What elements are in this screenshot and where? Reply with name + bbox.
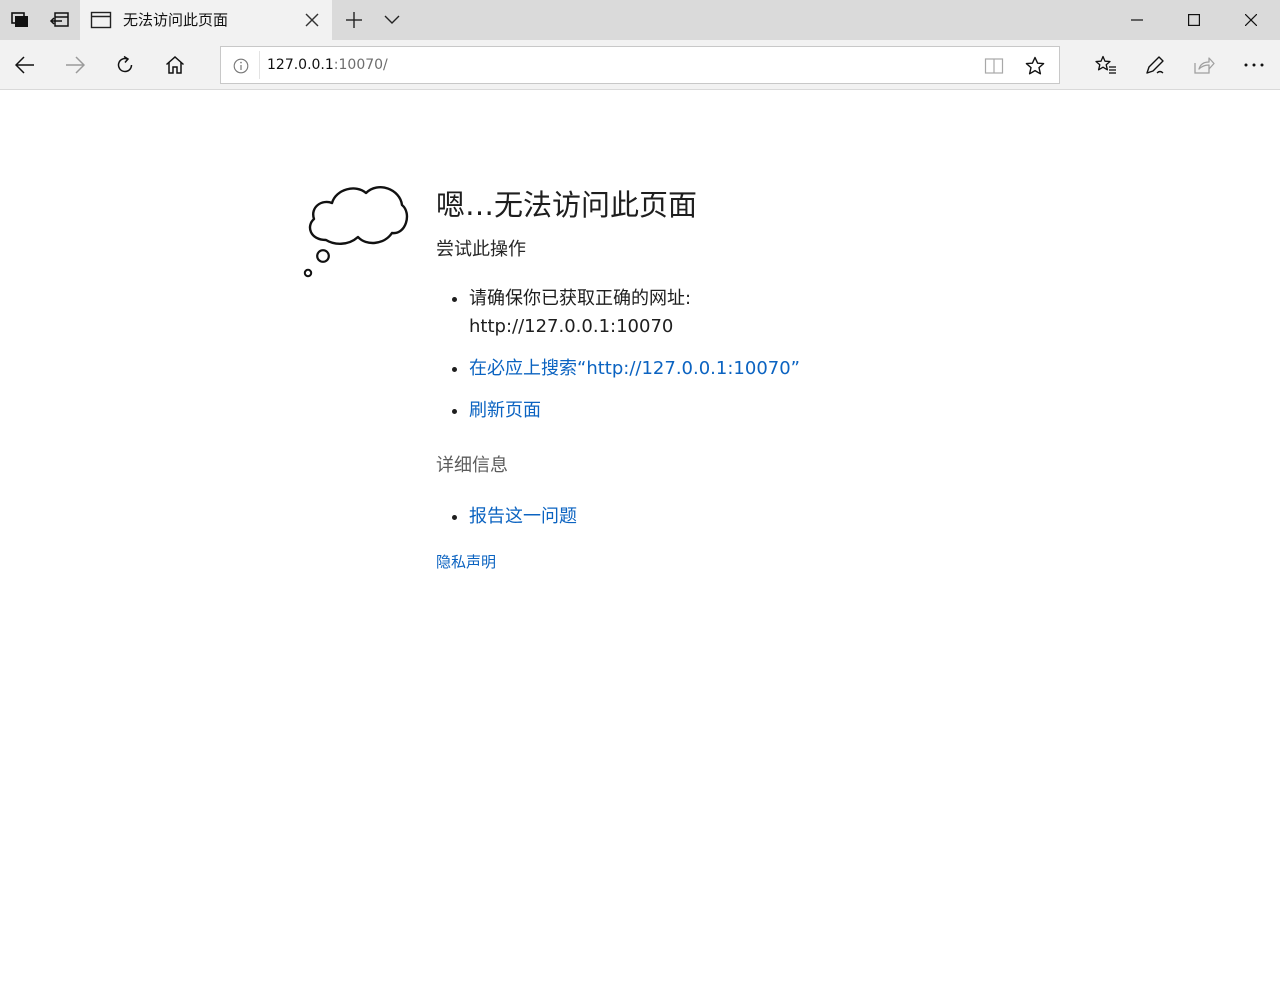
forward-button[interactable]: [50, 40, 100, 90]
url-host: 127.0.0.1: [267, 57, 334, 73]
pen-icon: [1146, 56, 1164, 74]
favorite-star-icon: [1025, 56, 1045, 75]
tab-title: 无法访问此页面: [123, 11, 229, 29]
tab-preview-chevron-icon: [384, 15, 400, 24]
back-arrow-icon: [15, 56, 34, 74]
list-item: 刷新页面: [436, 397, 1036, 425]
privacy-statement-link[interactable]: 隐私声明: [436, 553, 496, 571]
details-list: 报告这一问题: [436, 503, 1036, 531]
check-url-value: http://127.0.0.1:10070: [469, 316, 674, 337]
add-favorite-button[interactable]: [1023, 54, 1047, 78]
tab-manager-button[interactable]: [0, 0, 40, 40]
new-tab-plus-icon: [346, 12, 362, 28]
home-icon: [166, 55, 184, 74]
search-bing-link[interactable]: 在必应上搜索“http://127.0.0.1:10070”: [469, 358, 800, 379]
address-separator: [259, 51, 260, 79]
details-heading: 详细信息: [436, 455, 508, 476]
favorites-hub-button[interactable]: [1081, 40, 1131, 90]
maximize-button[interactable]: [1169, 0, 1219, 40]
tab-manager-icon: [11, 12, 28, 27]
maximize-icon: [1188, 14, 1200, 26]
minimize-icon: [1131, 19, 1143, 21]
window-close-button[interactable]: [1226, 0, 1276, 40]
minimize-button[interactable]: [1112, 0, 1162, 40]
page-content: 嗯…无法访问此页面 尝试此操作 请确保你已获取正确的网址: http://127…: [0, 91, 1280, 1000]
more-icon: [1244, 63, 1264, 67]
set-aside-tabs-icon: [49, 12, 69, 27]
window-close-icon: [1245, 14, 1257, 26]
error-panel: 嗯…无法访问此页面 尝试此操作 请确保你已获取正确的网址: http://127…: [436, 185, 1036, 573]
notes-pen-button[interactable]: [1130, 40, 1180, 90]
error-heading: 嗯…无法访问此页面: [436, 188, 698, 222]
new-tab-button[interactable]: [336, 0, 372, 40]
try-this-heading: 尝试此操作: [436, 239, 526, 260]
home-button[interactable]: [150, 40, 200, 90]
url-text[interactable]: 127.0.0.1:10070/: [267, 55, 388, 75]
favorites-hub-icon: [1095, 55, 1116, 74]
info-icon: [233, 58, 249, 74]
address-bar[interactable]: 127.0.0.1:10070/: [220, 46, 1060, 84]
refresh-icon: [117, 55, 133, 73]
forward-arrow-icon: [66, 56, 85, 74]
refresh-button[interactable]: [100, 40, 150, 90]
navigation-bar: 127.0.0.1:10070/: [0, 40, 1280, 90]
suggestions-list: 请确保你已获取正确的网址: http://127.0.0.1:10070 在必应…: [436, 285, 1036, 425]
list-item: 报告这一问题: [436, 503, 1036, 531]
list-item: 请确保你已获取正确的网址: http://127.0.0.1:10070: [436, 285, 1036, 341]
active-tab[interactable]: 无法访问此页面: [80, 0, 332, 40]
set-aside-tabs-button[interactable]: [40, 0, 80, 40]
report-problem-link[interactable]: 报告这一问题: [469, 506, 577, 527]
more-button[interactable]: [1229, 40, 1279, 90]
thought-cloud-icon: [303, 186, 409, 278]
check-url-label: 请确保你已获取正确的网址:: [469, 288, 692, 309]
tab-close-button[interactable]: [302, 10, 322, 30]
refresh-page-link[interactable]: 刷新页面: [469, 400, 541, 421]
url-path: :10070/: [333, 57, 388, 73]
reading-view-icon: [984, 58, 1004, 74]
back-button[interactable]: [0, 40, 50, 90]
share-button[interactable]: [1179, 40, 1229, 90]
reading-view-button[interactable]: [983, 55, 1005, 77]
site-info-button[interactable]: [231, 56, 251, 76]
title-bar: 无法访问此页面: [0, 0, 1280, 40]
close-icon: [305, 13, 319, 27]
page-icon: [90, 10, 112, 30]
tab-preview-button[interactable]: [374, 0, 410, 40]
share-icon: [1194, 57, 1215, 74]
list-item: 在必应上搜索“http://127.0.0.1:10070”: [436, 355, 1036, 383]
